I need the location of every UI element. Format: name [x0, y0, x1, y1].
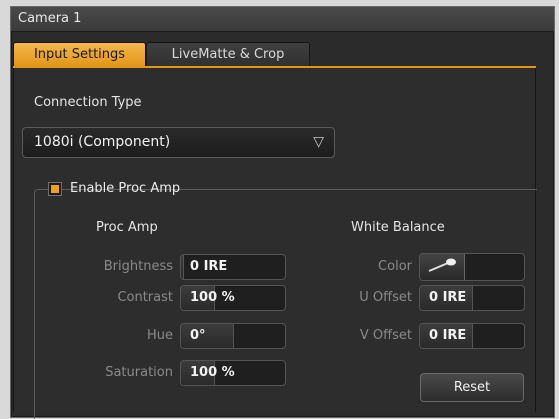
hue-field[interactable]: 0° — [180, 323, 286, 349]
u-offset-field[interactable]: 0 IRE — [419, 285, 525, 311]
window-title: Camera 1 — [11, 7, 554, 32]
enable-procamp-toggle[interactable]: Enable Proc Amp — [48, 180, 180, 200]
tab-livematte-crop[interactable]: LiveMatte & Crop — [146, 42, 310, 66]
checkbox-checked-mark — [51, 185, 59, 193]
hue-value: 0° — [190, 328, 206, 343]
contrast-field[interactable]: 100 % — [180, 285, 286, 311]
white-balance-heading: White Balance — [351, 220, 445, 235]
u-offset-label: U Offset — [359, 290, 412, 305]
enable-procamp-checkbox[interactable] — [48, 182, 62, 196]
color-label: Color — [378, 259, 412, 274]
contrast-label: Contrast — [117, 290, 173, 305]
hue-label: Hue — [146, 328, 173, 343]
color-picker-field[interactable] — [419, 253, 525, 281]
procamp-heading: Proc Amp — [96, 220, 158, 235]
contrast-value: 100 % — [190, 290, 235, 305]
brightness-fill — [181, 255, 185, 279]
v-offset-field[interactable]: 0 IRE — [419, 323, 525, 349]
saturation-label: Saturation — [105, 365, 173, 380]
saturation-field[interactable]: 100 % — [180, 360, 286, 386]
hue-fill — [181, 324, 234, 348]
saturation-value: 100 % — [190, 365, 235, 380]
v-offset-label: V Offset — [359, 328, 412, 343]
dropdown-arrow-icon: ▽ — [313, 134, 324, 150]
brightness-label: Brightness — [103, 259, 173, 274]
reset-button[interactable]: Reset — [420, 373, 524, 402]
brightness-field[interactable]: 0 IRE — [180, 254, 286, 280]
enable-procamp-label: Enable Proc Amp — [70, 181, 181, 196]
eyedropper-icon — [428, 258, 456, 272]
color-swatch[interactable] — [420, 254, 465, 280]
connection-type-select[interactable]: 1080i (Component) ▽ — [22, 127, 335, 158]
connection-type-label: Connection Type — [34, 95, 142, 110]
brightness-value: 0 IRE — [190, 259, 228, 274]
v-offset-value: 0 IRE — [429, 328, 467, 343]
connection-type-value: 1080i (Component) — [34, 134, 171, 150]
tab-input-settings[interactable]: Input Settings — [13, 42, 146, 66]
u-offset-value: 0 IRE — [429, 290, 467, 305]
